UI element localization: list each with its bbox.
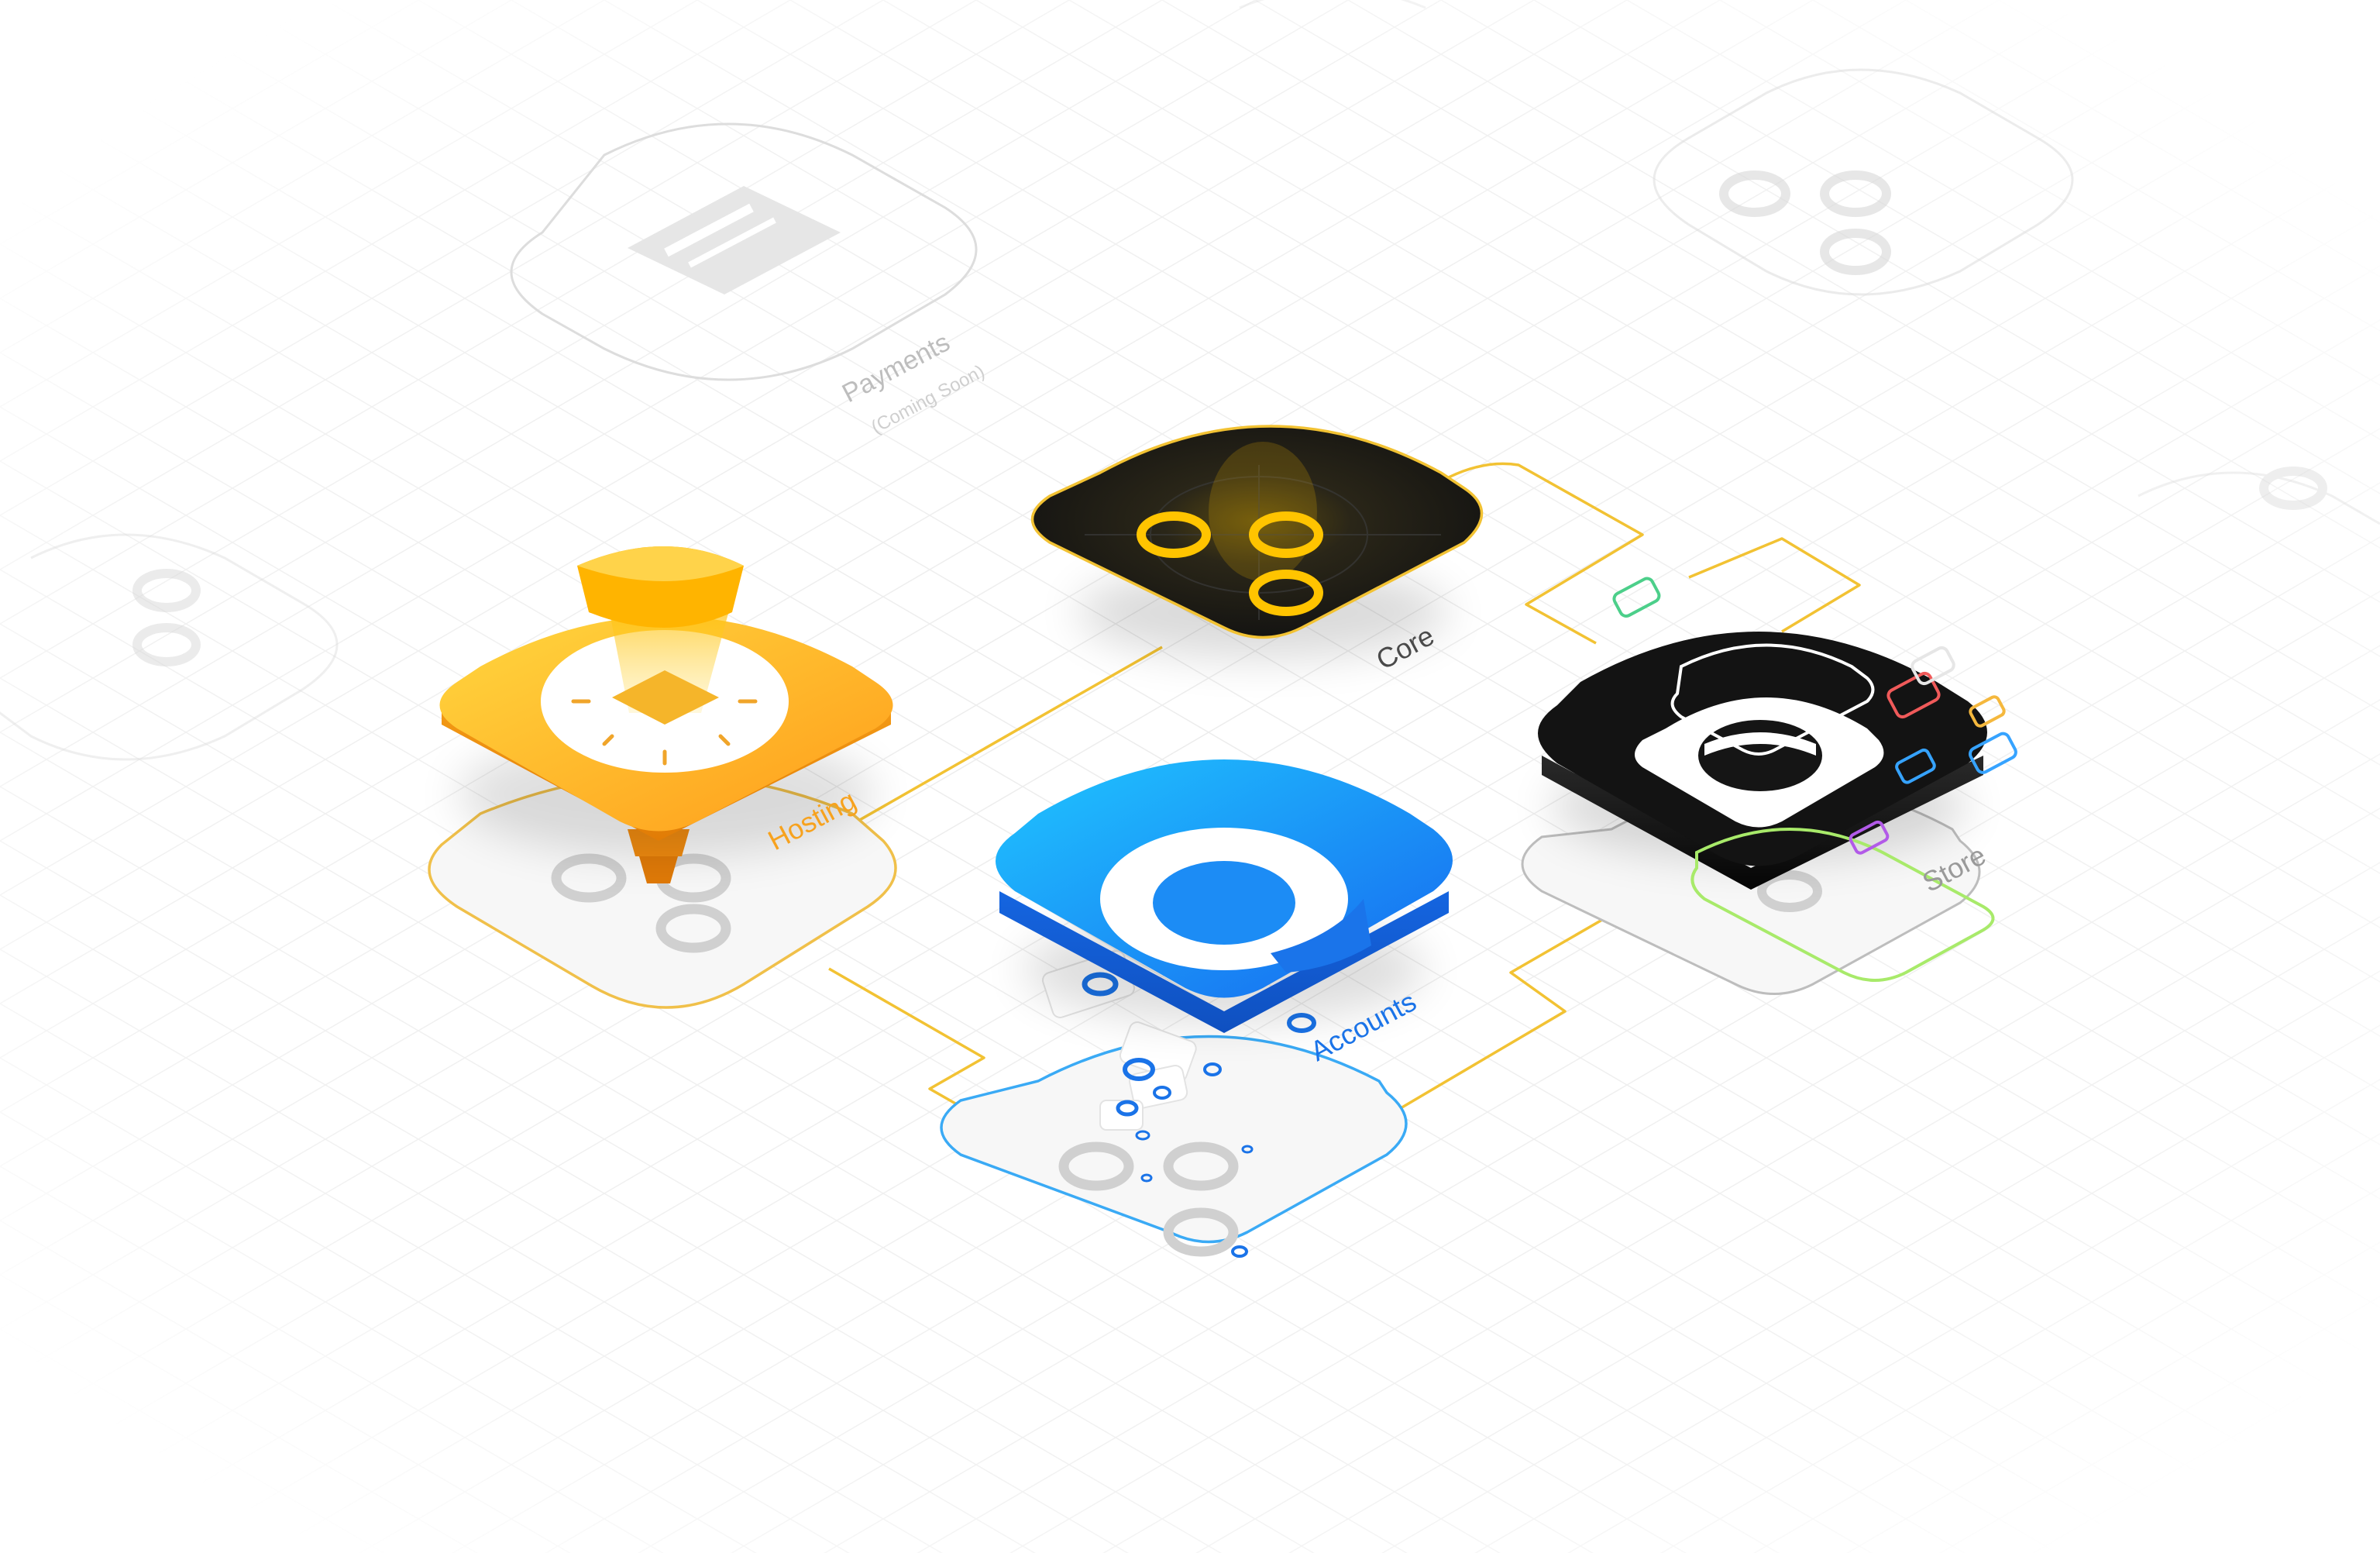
isometric-diagram: Payments (Coming Soon) Hosting Core Acco… bbox=[0, 0, 2380, 1553]
